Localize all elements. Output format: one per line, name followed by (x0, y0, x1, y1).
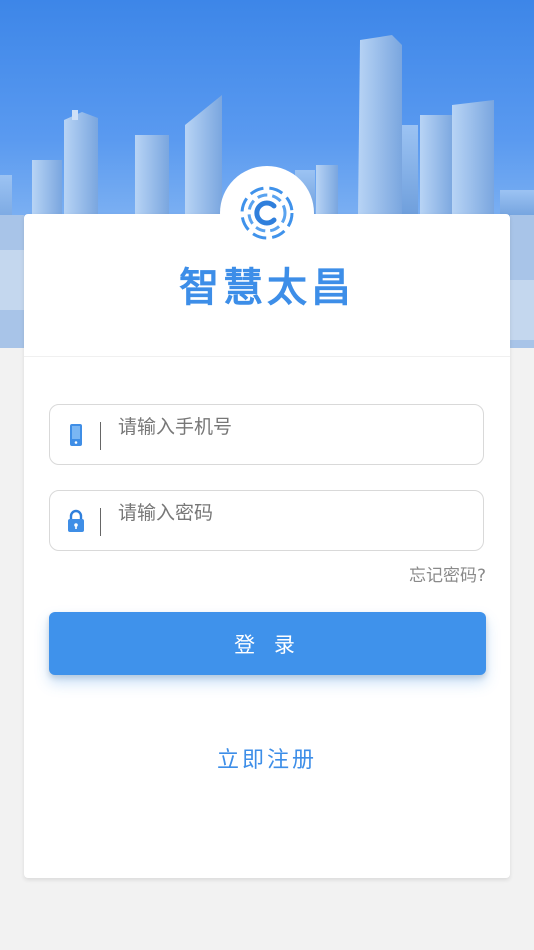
phone-input[interactable] (116, 411, 470, 443)
phone-field[interactable] (49, 404, 484, 465)
phone-icon (66, 423, 86, 447)
field-separator (100, 422, 101, 450)
lock-icon (66, 509, 86, 533)
app-logo-icon (240, 186, 294, 240)
login-button[interactable]: 登 录 (49, 612, 486, 675)
password-field[interactable] (49, 490, 484, 551)
register-link[interactable]: 立即注册 (24, 742, 510, 774)
password-input[interactable] (116, 497, 470, 529)
forgot-password-link[interactable]: 忘记密码? (409, 561, 486, 586)
login-page: 智慧太昌 忘记密码? 登 录 立即注册 (0, 0, 534, 950)
card-divider (24, 356, 510, 357)
app-logo (220, 166, 314, 260)
app-title: 智慧太昌 (179, 265, 355, 311)
field-separator (100, 508, 101, 536)
